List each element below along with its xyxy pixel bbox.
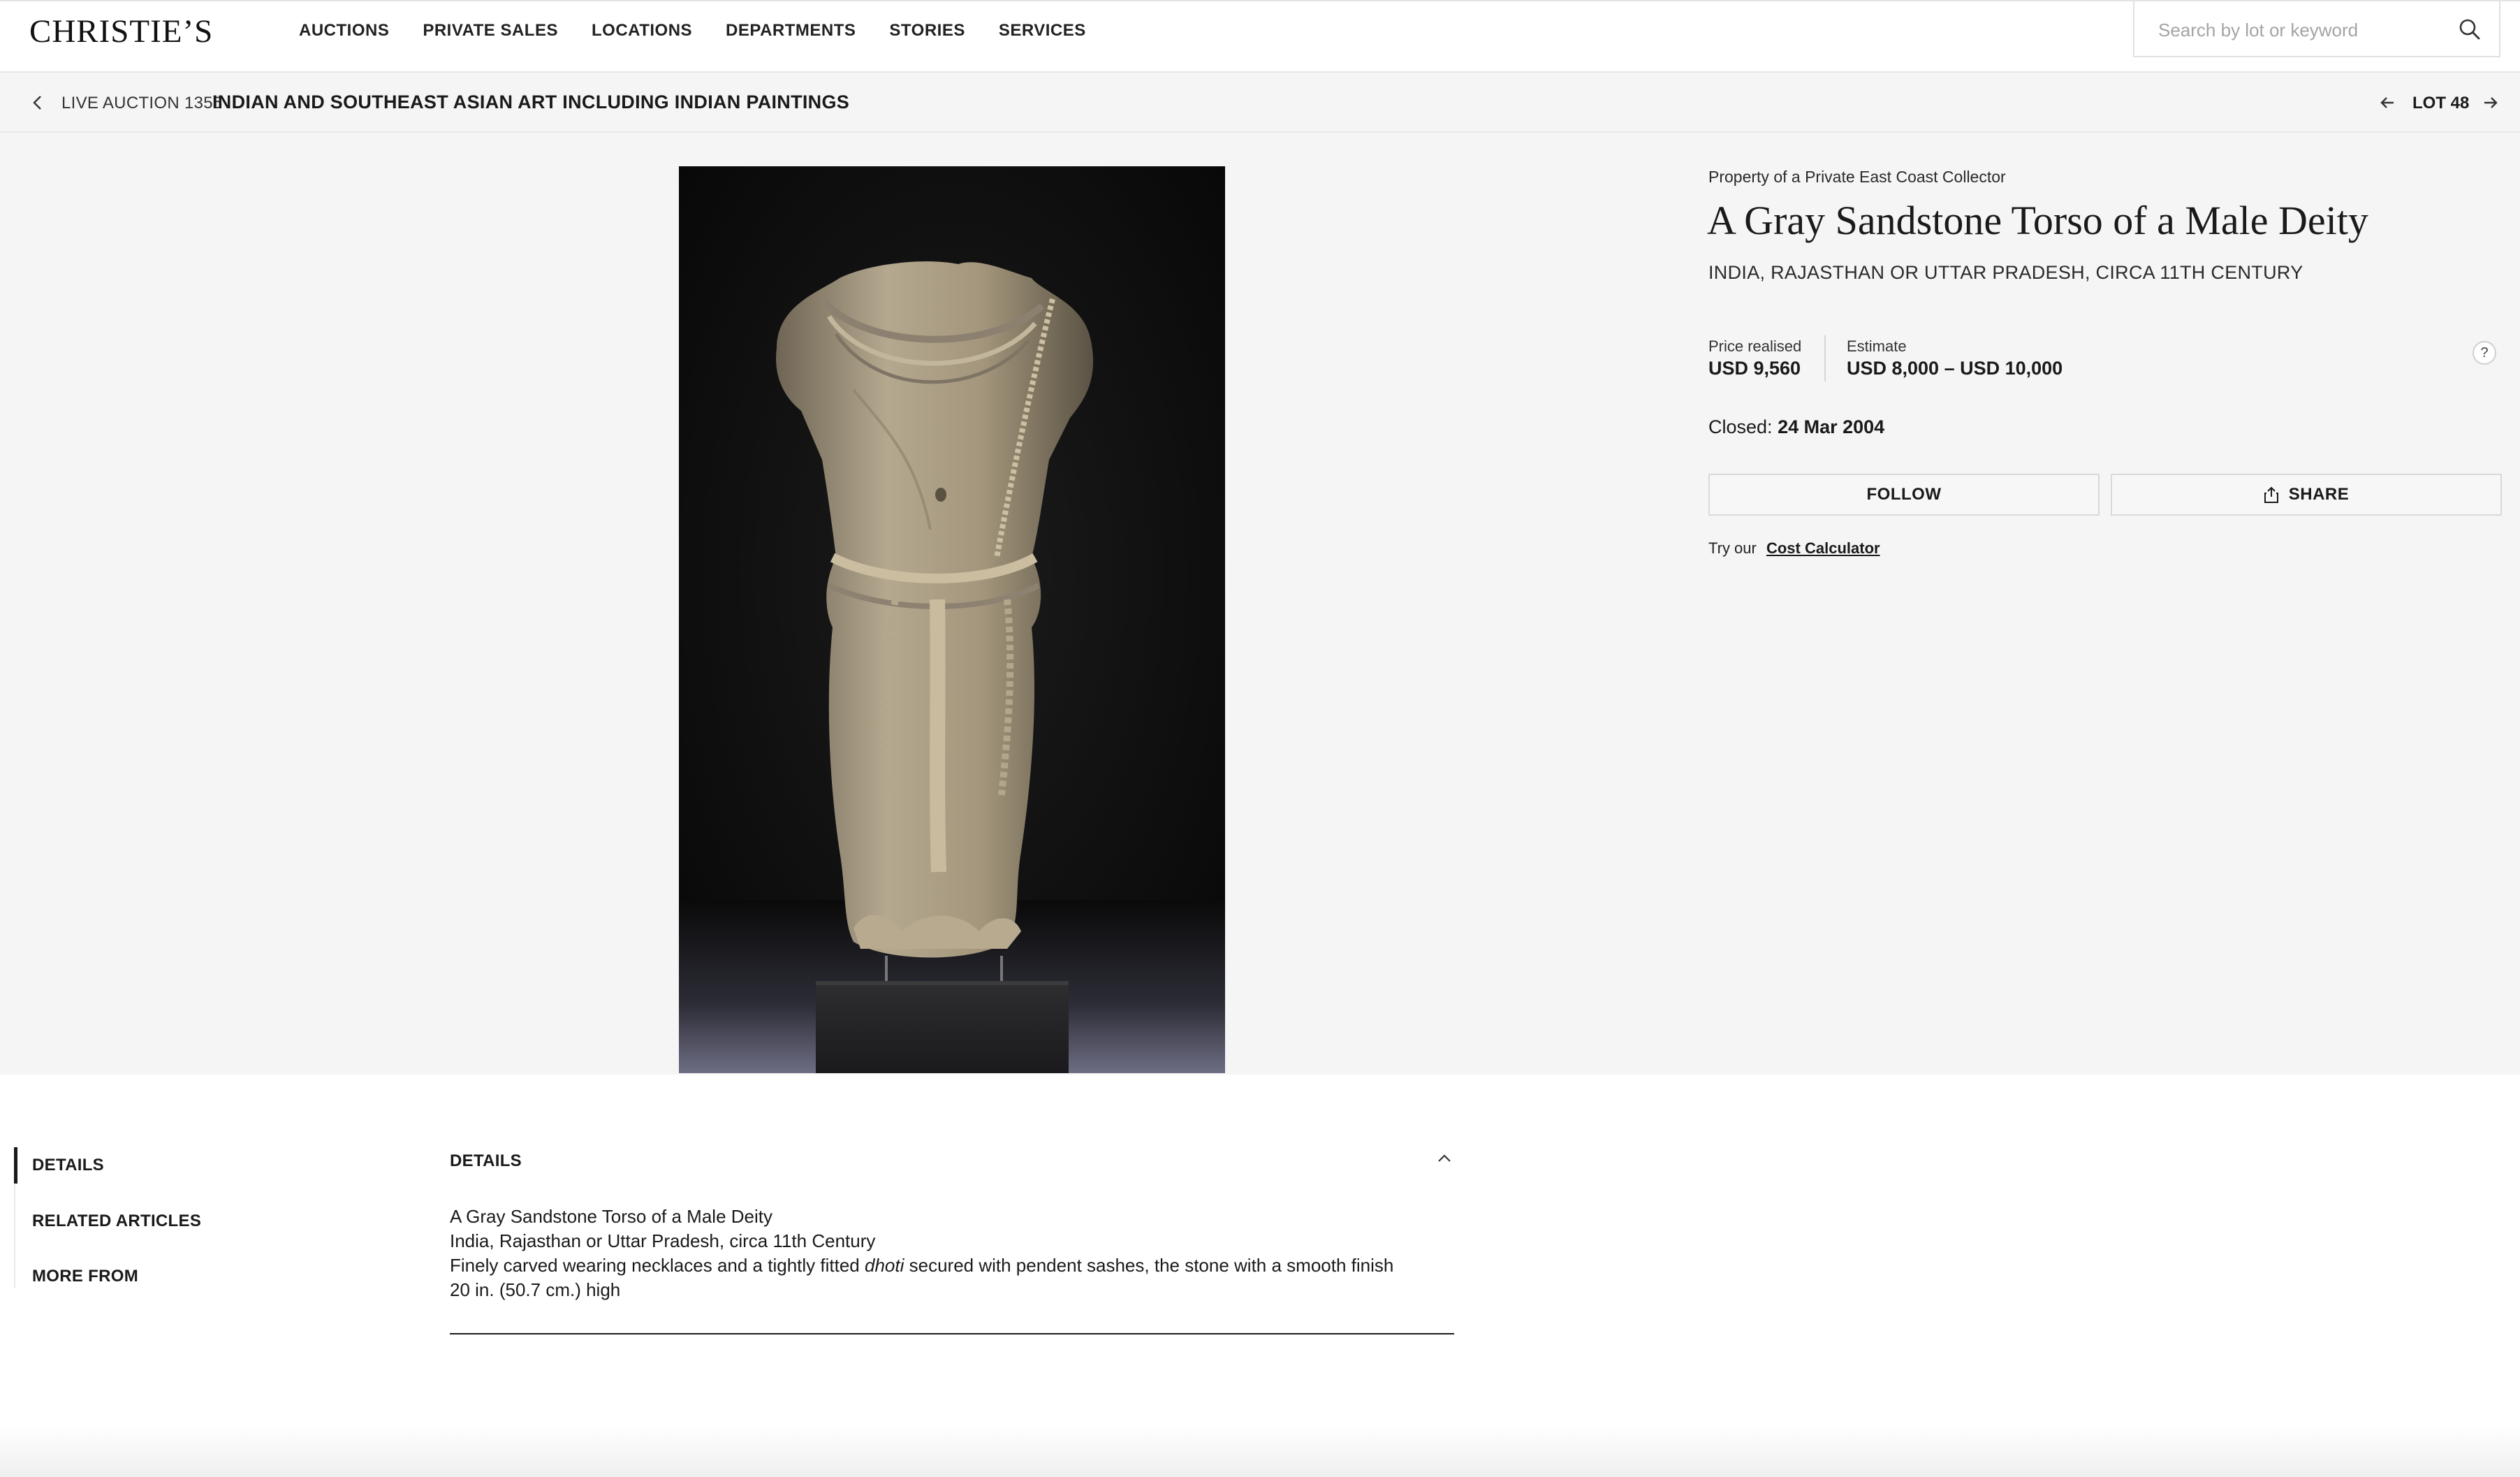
nav-auctions[interactable]: AUCTIONS bbox=[299, 21, 389, 41]
cost-calculator-prompt: Try our Cost Calculator bbox=[1708, 539, 1880, 558]
closed-label: Closed: bbox=[1708, 416, 1773, 437]
sandstone-torso-photo bbox=[679, 166, 1225, 1073]
nav-private-sales[interactable]: PRIVATE SALES bbox=[423, 21, 558, 41]
chevron-left-icon[interactable] bbox=[28, 93, 47, 112]
sidebar-rail bbox=[14, 1184, 15, 1288]
price-divider bbox=[1824, 335, 1826, 381]
price-realised-value: USD 9,560 bbox=[1708, 358, 1801, 379]
sidebar-item-related-articles[interactable]: RELATED ARTICLES bbox=[32, 1212, 201, 1231]
nav-services[interactable]: SERVICES bbox=[999, 21, 1086, 41]
sidebar-item-more-from[interactable]: MORE FROM bbox=[32, 1267, 138, 1286]
sidebar-item-details[interactable]: DETAILS bbox=[32, 1156, 104, 1175]
cost-calculator-prefix: Try our bbox=[1708, 539, 1757, 557]
nav-stories[interactable]: STORIES bbox=[889, 21, 965, 41]
chevron-up-icon[interactable] bbox=[1435, 1149, 1454, 1168]
estimate-label: Estimate bbox=[1847, 337, 1907, 355]
follow-button-label: FOLLOW bbox=[1866, 485, 1942, 504]
details-description-start: Finely carved wearing necklaces and a ti… bbox=[450, 1255, 860, 1276]
details-line-description: Finely carved wearing necklaces and a ti… bbox=[450, 1255, 1393, 1276]
details-line-title: A Gray Sandstone Torso of a Male Deity bbox=[450, 1206, 772, 1227]
sale-number[interactable]: LIVE AUCTION 1355 bbox=[61, 94, 223, 113]
search-input[interactable] bbox=[2157, 15, 2439, 45]
lot-hero: Property of a Private East Coast Collect… bbox=[0, 133, 2520, 1075]
top-navigation-bar: CHRISTIE’S AUCTIONS PRIVATE SALES LOCATI… bbox=[0, 0, 2520, 73]
details-divider bbox=[450, 1333, 1454, 1334]
closed-date: Closed: 24 Mar 2004 bbox=[1708, 416, 1884, 438]
sale-breadcrumb-bar: LIVE AUCTION 1355 INDIAN AND SOUTHEAST A… bbox=[0, 73, 2520, 133]
share-icon bbox=[2264, 486, 2278, 503]
main-nav: AUCTIONS PRIVATE SALES LOCATIONS DEPARTM… bbox=[299, 21, 1086, 41]
sidebar-active-indicator bbox=[14, 1147, 17, 1184]
sale-title[interactable]: INDIAN AND SOUTHEAST ASIAN ART INCLUDING… bbox=[212, 92, 849, 113]
closed-date-value: 24 Mar 2004 bbox=[1778, 416, 1885, 437]
lot-title: A Gray Sandstone Torso of a Male Deity bbox=[1707, 198, 2368, 243]
details-heading[interactable]: DETAILS bbox=[450, 1151, 522, 1171]
details-line-origin: India, Rajasthan or Uttar Pradesh, circa… bbox=[450, 1230, 876, 1251]
search-icon[interactable] bbox=[2456, 15, 2484, 43]
search-box bbox=[2133, 1, 2500, 57]
provenance-label: Property of a Private East Coast Collect… bbox=[1708, 168, 2006, 186]
estimate-value: USD 8,000 – USD 10,000 bbox=[1847, 358, 2063, 379]
share-button[interactable]: SHARE bbox=[2111, 474, 2502, 516]
nav-departments[interactable]: DEPARTMENTS bbox=[726, 21, 856, 41]
details-description-end: secured with pendent sashes, the stone w… bbox=[909, 1255, 1394, 1276]
cost-calculator-link[interactable]: Cost Calculator bbox=[1766, 539, 1880, 557]
lot-subtitle: INDIA, RAJASTHAN OR UTTAR PRADESH, CIRCA… bbox=[1708, 262, 2303, 283]
details-description-italic: dhoti bbox=[865, 1255, 904, 1276]
follow-button[interactable]: FOLLOW bbox=[1708, 474, 2100, 516]
arrow-left-icon[interactable] bbox=[2378, 93, 2397, 112]
help-icon[interactable]: ? bbox=[2473, 341, 2496, 365]
share-button-label: SHARE bbox=[2288, 485, 2350, 504]
price-realised-label: Price realised bbox=[1708, 337, 1802, 355]
lot-image[interactable] bbox=[679, 166, 1225, 1073]
arrow-right-icon[interactable] bbox=[2481, 93, 2500, 112]
christies-logo[interactable]: CHRISTIE’S bbox=[29, 13, 213, 50]
bottom-shadow bbox=[0, 1425, 2520, 1477]
lot-number: LOT 48 bbox=[2412, 94, 2470, 112]
details-line-dimensions: 20 in. (50.7 cm.) high bbox=[450, 1279, 621, 1300]
nav-locations[interactable]: LOCATIONS bbox=[592, 21, 692, 41]
